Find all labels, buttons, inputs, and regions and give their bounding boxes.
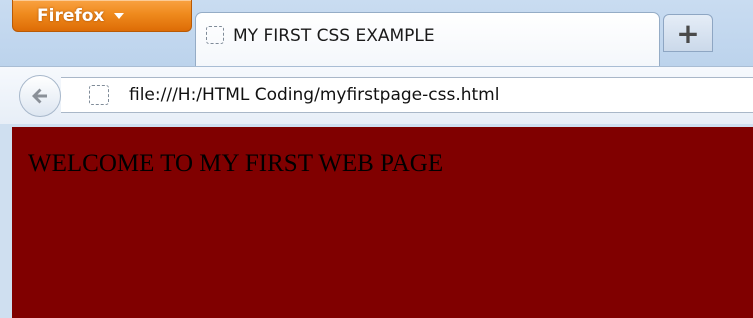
back-arrow-icon (32, 88, 47, 104)
browser-window: Firefox MY FIRST CSS EXAMPLE + file:///H… (0, 0, 753, 318)
address-bar[interactable]: file:///H:/HTML Coding/myfirstpage-css.h… (61, 77, 753, 113)
navigation-toolbar: file:///H:/HTML Coding/myfirstpage-css.h… (0, 66, 753, 124)
content-area: WELCOME TO MY FIRST WEB PAGE (0, 124, 753, 318)
tab-strip: Firefox MY FIRST CSS EXAMPLE + (0, 0, 753, 66)
plus-icon: + (676, 16, 700, 50)
new-tab-button[interactable]: + (663, 14, 713, 52)
site-identity-icon[interactable] (89, 85, 109, 105)
url-text[interactable]: file:///H:/HTML Coding/myfirstpage-css.h… (129, 85, 499, 105)
tab-title: MY FIRST CSS EXAMPLE (233, 26, 435, 46)
chevron-down-icon (114, 13, 125, 19)
firefox-menu-button[interactable]: Firefox (12, 0, 192, 32)
back-button[interactable] (19, 75, 61, 117)
page-heading: WELCOME TO MY FIRST WEB PAGE (28, 150, 444, 177)
page-body: WELCOME TO MY FIRST WEB PAGE (12, 127, 753, 318)
tab-active[interactable]: MY FIRST CSS EXAMPLE (195, 12, 660, 66)
firefox-menu-label: Firefox (37, 5, 105, 26)
default-page-icon (206, 26, 224, 44)
